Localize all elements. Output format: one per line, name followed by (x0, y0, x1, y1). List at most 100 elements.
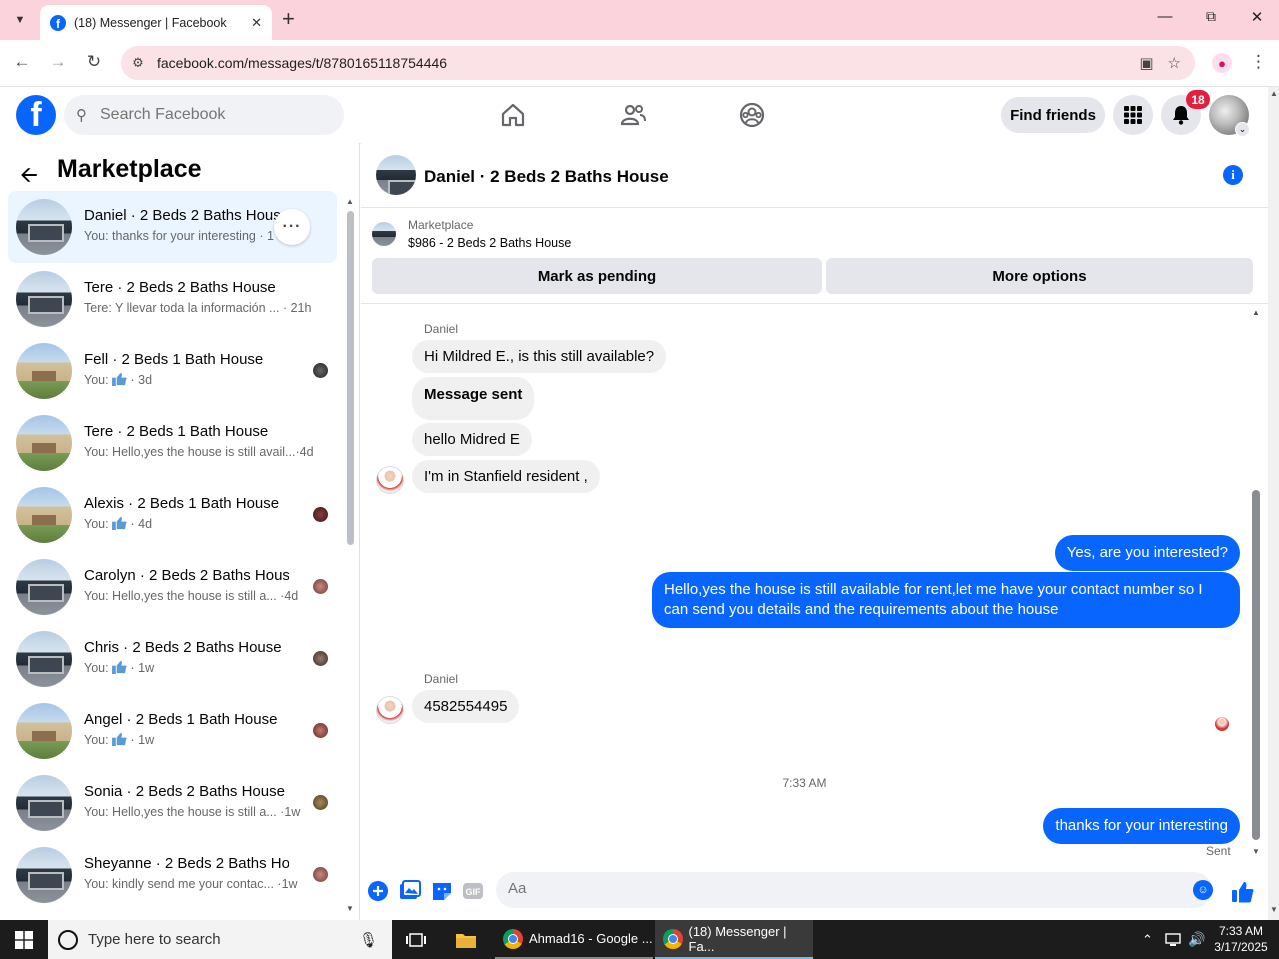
chat-title[interactable]: Daniel · 2 Beds 2 Baths House (424, 167, 669, 187)
home-icon[interactable] (499, 101, 527, 129)
show-hidden-icons-button[interactable]: ⌃ (1142, 920, 1153, 959)
conversation-name: Angel · 2 Beds 1 Bath House (84, 711, 278, 728)
svg-text:GIF: GIF (466, 887, 482, 897)
sender-avatar[interactable] (376, 466, 404, 494)
message-composer: GIF ☺ (361, 868, 1268, 920)
conversation-item[interactable]: Chris · 2 Beds 2 Baths House You: · 1w (8, 623, 337, 695)
conversation-item[interactable]: Carolyn · 2 Beds 2 Baths House You: Hell… (8, 551, 337, 623)
listing-thumbnail (16, 775, 72, 831)
incoming-message[interactable]: 4582554495 (412, 690, 520, 723)
scroll-up-icon[interactable]: ▲ (1252, 308, 1260, 317)
conversation-item[interactable]: Angel · 2 Beds 1 Bath House You: · 1w (8, 695, 337, 767)
facebook-search-input[interactable] (100, 106, 320, 124)
conversation-more-button[interactable]: ··· (274, 209, 310, 245)
forward-button[interactable]: → (46, 52, 70, 72)
tab-search-button[interactable]: ▼ (8, 8, 32, 32)
info-icon[interactable]: i (1223, 165, 1243, 185)
conversation-item[interactable]: Tere · 2 Beds 1 Bath House You: Hello,ye… (8, 407, 337, 479)
conversation-name: Sonia · 2 Beds 2 Baths House (84, 783, 285, 800)
facebook-search[interactable]: ⚲ (64, 95, 344, 135)
outgoing-message[interactable]: Hello,yes the house is still available f… (652, 572, 1240, 628)
restore-button[interactable]: ⧉ (1201, 8, 1221, 25)
taskbar-clock[interactable]: 7:33 AM 3/17/2025 (1206, 923, 1276, 955)
windows-start-button[interactable] (0, 920, 48, 959)
listing-mini-thumbnail[interactable] (372, 222, 396, 246)
scroll-up-icon[interactable]: ▲ (346, 197, 354, 206)
conversation-item[interactable]: Alexis · 2 Beds 1 Bath House You: · 4d (8, 479, 337, 551)
like-icon (112, 517, 127, 530)
scrollbar-thumb[interactable] (1252, 490, 1260, 840)
volume-icon[interactable]: 🔊 (1188, 920, 1205, 959)
network-icon[interactable] (1164, 920, 1182, 959)
taskbar-chrome-window-1[interactable]: Ahmad16 - Google ... (495, 920, 653, 959)
conversation-item[interactable]: Sheyanne · 2 Beds 2 Baths Ho... You: kin… (8, 839, 337, 911)
facebook-logo-icon[interactable]: f (16, 95, 56, 135)
listing-thumbnail (16, 415, 72, 471)
conversation-list-scrollbar[interactable]: ▲ ▼ (345, 197, 355, 920)
sticker-icon[interactable] (431, 880, 453, 902)
more-options-button[interactable]: More options (826, 258, 1253, 294)
gif-icon[interactable]: GIF (462, 880, 484, 902)
photo-icon[interactable] (399, 880, 421, 902)
incoming-message[interactable]: I'm in Stanfield resident , (412, 460, 600, 493)
conversation-item[interactable]: Tere · 2 Beds 2 Baths House Tere: Y llev… (8, 263, 337, 335)
grid-icon (1124, 106, 1142, 124)
friends-icon[interactable] (619, 101, 647, 129)
taskbar-chrome-window-2[interactable]: (18) Messenger | Fa... (655, 920, 813, 959)
scroll-down-icon[interactable]: ▼ (1270, 905, 1278, 914)
clock-time: 7:33 AM (1218, 924, 1264, 938)
message-input[interactable] (508, 880, 1168, 897)
outgoing-message[interactable]: Yes, are you interested? (1054, 535, 1240, 571)
file-explorer-button[interactable] (446, 920, 486, 959)
windows-logo-icon (15, 930, 33, 949)
site-settings-icon[interactable]: ⚙ (128, 55, 148, 71)
scroll-up-icon[interactable]: ▲ (1270, 89, 1278, 98)
url-text[interactable]: facebook.com/messages/t/8780165118754446 (157, 55, 1139, 71)
browser-profile-icon[interactable]: ● (1212, 53, 1232, 73)
sender-name: Daniel (424, 672, 459, 686)
browser-menu-icon[interactable]: ⋮ (1250, 52, 1267, 72)
conversation-snippet: You: · 4d (84, 517, 153, 531)
new-tab-button[interactable]: + (282, 7, 295, 31)
chat-scrollbar[interactable]: ▲ ▼ (1250, 308, 1262, 863)
plus-circle-icon[interactable] (367, 880, 389, 902)
account-chevron-down-icon[interactable]: ⌄ (1235, 122, 1250, 137)
emoji-icon[interactable]: ☺ (1193, 880, 1213, 900)
chat-listing-thumbnail[interactable] (376, 155, 416, 195)
incoming-message[interactable]: Hi Mildred E., is this still available? (412, 340, 667, 373)
address-bar[interactable]: ⚙ facebook.com/messages/t/87801651187544… (121, 46, 1195, 80)
microphone-icon[interactable]: 🎙 (359, 931, 378, 949)
taskbar-search[interactable]: Type here to search 🎙 (48, 920, 392, 959)
scroll-down-icon[interactable]: ▼ (1252, 847, 1260, 856)
reload-button[interactable]: ↻ (82, 52, 106, 72)
page-scrollbar[interactable]: ▲ ▼ (1268, 87, 1279, 920)
conversation-item[interactable]: Fell · 2 Beds 1 Bath House You: · 3d (8, 335, 337, 407)
tab-close-icon[interactable]: ✕ (251, 15, 262, 31)
browser-tab[interactable]: f (18) Messenger | Facebook ✕ (40, 5, 272, 40)
groups-icon[interactable] (738, 101, 766, 129)
conversation-snippet: You: · 1w (84, 733, 155, 747)
snippet-text: You: (84, 733, 109, 747)
install-app-icon[interactable]: ▣ (1139, 54, 1153, 72)
conversation-item[interactable]: Sonia · 2 Beds 2 Baths House You: Hello,… (8, 767, 337, 839)
bookmark-star-icon[interactable]: ☆ (1168, 54, 1181, 72)
incoming-message[interactable]: Message sent (412, 377, 535, 420)
find-friends-button[interactable]: Find friends (1001, 97, 1105, 133)
task-view-button[interactable] (398, 920, 434, 959)
back-button[interactable]: ← (10, 52, 34, 72)
conversation-snippet: You: · 3d (84, 373, 153, 387)
taskbar-search-placeholder[interactable]: Type here to search (88, 931, 359, 948)
message-input-wrapper[interactable]: ☺ (496, 872, 1213, 908)
minimize-button[interactable]: — (1155, 8, 1175, 25)
close-window-button[interactable]: ✕ (1247, 8, 1267, 26)
menu-grid-button[interactable] (1113, 95, 1153, 135)
sender-avatar[interactable] (376, 696, 404, 724)
scrollbar-thumb[interactable] (347, 211, 354, 545)
mark-as-pending-button[interactable]: Mark as pending (372, 258, 822, 294)
incoming-message[interactable]: hello Midred E (412, 423, 532, 456)
scroll-down-icon[interactable]: ▼ (346, 904, 354, 913)
conversation-item[interactable]: Daniel · 2 Beds 2 Baths House You: thank… (8, 191, 337, 263)
thumbs-up-icon[interactable] (1231, 880, 1255, 904)
listing-price-title[interactable]: $986 - 2 Beds 2 Baths House (408, 236, 571, 250)
outgoing-message[interactable]: thanks for your interesting (1043, 808, 1240, 844)
